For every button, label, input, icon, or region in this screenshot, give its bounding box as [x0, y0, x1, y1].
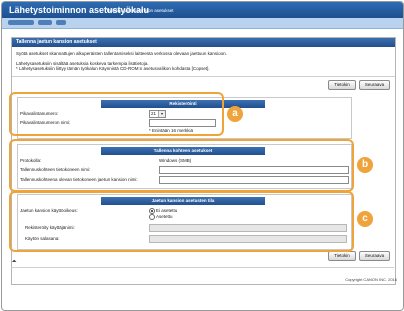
- callout-box-b: [9, 139, 354, 192]
- callout-badge-b: b: [357, 157, 373, 173]
- nav-bar: [2, 18, 403, 29]
- cancel-button-bottom[interactable]: Seuraava: [359, 251, 390, 261]
- window: Lähetystoiminnon asetustyökalu Tallenna …: [1, 1, 404, 311]
- panel-description: Syötä asetukset skannattujen alkuperäist…: [16, 51, 227, 56]
- arrow-up-icon[interactable]: ⏶: [10, 258, 18, 266]
- next-button-bottom[interactable]: Tietokin: [328, 251, 356, 261]
- copyright: Copyright CANON INC. 2016: [345, 277, 397, 282]
- callout-box-a: [9, 92, 224, 136]
- nav-link-section[interactable]: [38, 20, 52, 25]
- nav-link-home[interactable]: [8, 20, 34, 25]
- cancel-button-top[interactable]: Seuraava: [359, 80, 390, 90]
- panel-title: Tallenna jaetun kansion asetukset: [16, 39, 97, 45]
- callout-badge-c: c: [357, 211, 373, 227]
- panel-title-bar: Tallenna jaetun kansion asetukset: [12, 38, 395, 47]
- divider: [12, 76, 395, 77]
- app-subtitle: Tallenna jaetun kansion asetukset: [106, 8, 174, 13]
- panel-note-2: * Lähetysasetuksiin liittyy tämän työkal…: [16, 66, 210, 71]
- app-header: Lähetystoiminnon asetustyökalu Tallenna …: [2, 2, 403, 18]
- footer-divider: [11, 267, 394, 268]
- callout-box-c: [9, 191, 354, 252]
- callout-badge-a: a: [227, 106, 243, 122]
- nav-link-page[interactable]: [56, 20, 66, 25]
- next-button-top[interactable]: Tietokin: [328, 80, 356, 90]
